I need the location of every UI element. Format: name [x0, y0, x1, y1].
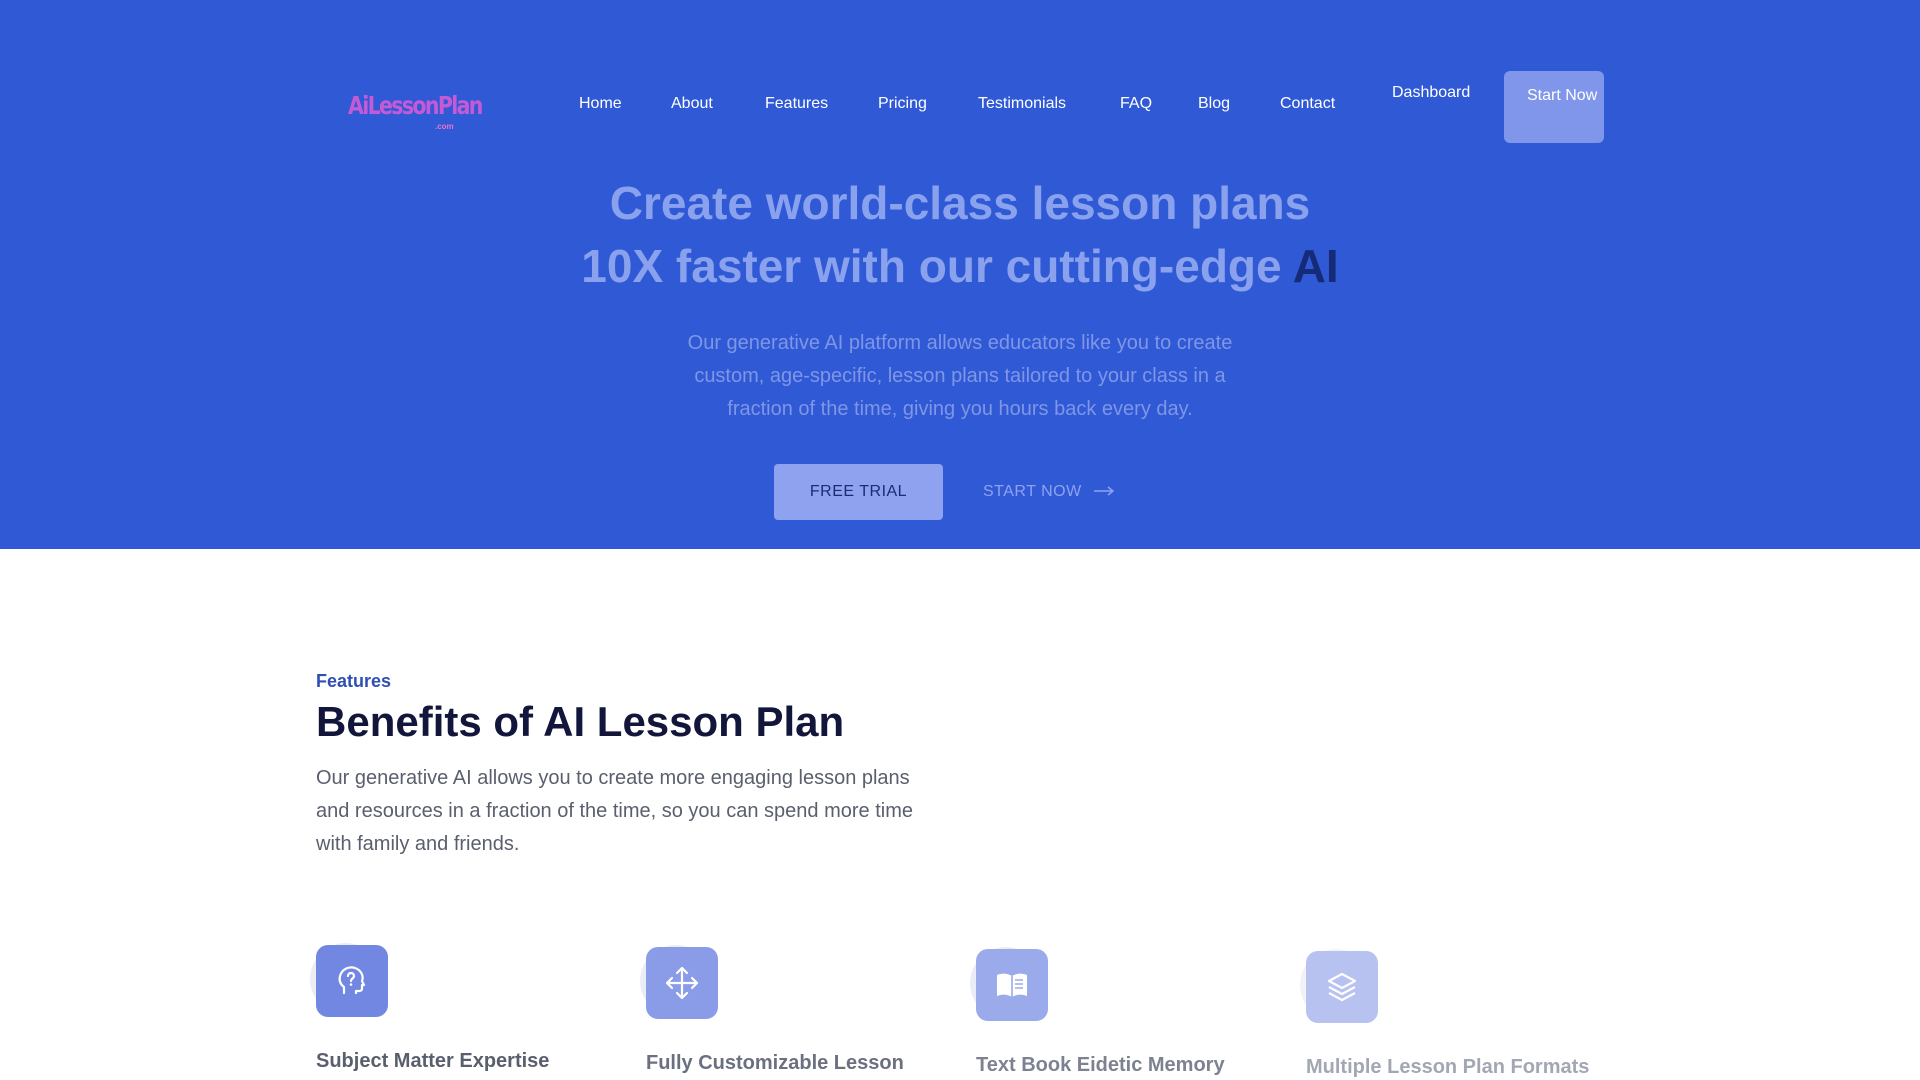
nav-contact[interactable]: Contact [1280, 95, 1335, 113]
hero-title-line2: 10X faster with our cutting-edge AI [0, 235, 1920, 298]
nav-features[interactable]: Features [765, 95, 828, 113]
features-label: Features [316, 671, 392, 691]
nav-blog[interactable]: Blog [1198, 95, 1230, 113]
hero-title-line1: Create world-class lesson plans [609, 177, 1311, 229]
feature-card-title: Fully Customizable Lesson [646, 1052, 904, 1074]
features-title: Benefits of AI Lesson Plan [316, 698, 845, 745]
nav-testimonials[interactable]: Testimonials [978, 95, 1066, 113]
feature-card-title: Subject Matter Expertise [316, 1050, 550, 1072]
logo-suffix: .com [435, 122, 454, 131]
logo-text: AiLessonPlan [348, 91, 483, 120]
start-now-link-label: START NOW [983, 483, 1082, 500]
hero-subtitle: Our generative AI platform allows educat… [687, 332, 1233, 420]
start-now-link[interactable]: START NOW [983, 483, 1115, 501]
nav-home[interactable]: Home [579, 95, 622, 113]
head-question-icon [316, 945, 388, 1017]
start-now-button[interactable]: Start Now [1504, 71, 1604, 143]
layers-icon [1306, 951, 1378, 1023]
hero-section: AiLessonPlan .com Home About Features Pr… [0, 0, 1920, 549]
features-description: Our generative AI allows you to create m… [316, 767, 913, 855]
site-logo[interactable]: AiLessonPlan .com [348, 91, 483, 135]
feature-card-title: Text Book Eidetic Memory [976, 1054, 1225, 1076]
open-book-icon [976, 949, 1048, 1021]
nav-dashboard[interactable]: Dashboard [1392, 84, 1470, 102]
feature-card-title: Multiple Lesson Plan Formats [1306, 1056, 1590, 1078]
move-arrows-icon [646, 947, 718, 1019]
free-trial-button[interactable]: FREE TRIAL [774, 464, 943, 520]
hero-title-line2-main: 10X faster with our cutting-edge [581, 240, 1293, 292]
hero-title: Create world-class lesson plans 10X fast… [0, 172, 1920, 298]
nav-faq[interactable]: FAQ [1120, 95, 1152, 113]
nav-pricing[interactable]: Pricing [878, 95, 927, 113]
arrow-right-icon [1093, 483, 1115, 501]
hero-title-accent: AI [1292, 240, 1339, 292]
nav-about[interactable]: About [671, 95, 713, 113]
